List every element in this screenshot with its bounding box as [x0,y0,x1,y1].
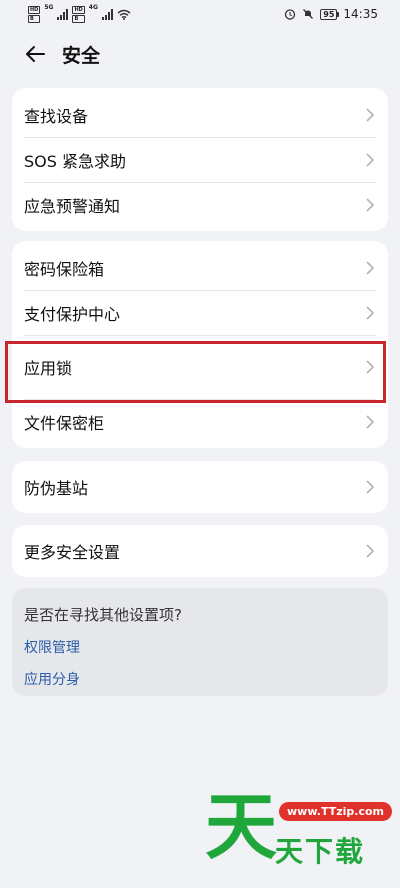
settings-group-2: 密码保险箱 支付保护中心 应用锁 文件保密柜 [12,241,388,448]
alarm-icon [285,9,296,20]
more-security-row[interactable]: 更多安全设置 [12,529,388,573]
status-right: 95 14:35 [284,7,378,21]
watermark-logo: 天 www.TTzip.com 天下载 [205,785,392,870]
page-title: 安全 [62,44,101,67]
sim2-badge: HD B [72,5,85,23]
find-device-row[interactable]: 查找设备 [12,92,388,137]
row-label: 文件保密柜 [24,413,105,433]
mute-icon [303,9,314,19]
settings-group-4: 更多安全设置 [12,525,388,577]
sim2-hd-label: HD [72,5,85,14]
chevron-right-icon [366,152,376,167]
chevron-right-icon [366,480,376,494]
watermark-url: www.TTzip.com [279,802,392,821]
suggestion-card: 是否在寻找其他设置项? 权限管理 应用分身 [12,588,388,696]
security-settings-screen: HD B 5G HD B 4G 95 14:35 安全 查找设备 SOS 紧急求… [0,0,400,888]
app-header: 安全 [0,30,400,78]
settings-group-1: 查找设备 SOS 紧急求助 应急预警通知 [12,88,388,231]
emergency-alert-row[interactable]: 应急预警通知 [12,182,388,227]
status-left: HD B 5G HD B 4G [28,3,131,23]
row-label: 应用锁 [24,359,73,378]
password-vault-row[interactable]: 密码保险箱 [12,245,388,290]
chevron-right-icon [366,544,376,558]
network-4g-label: 4G [88,3,98,11]
sim2-b-label: B [72,14,85,23]
settings-group-3: 防伪基站 [12,461,388,513]
app-twin-link[interactable]: 应用分身 [24,669,376,689]
signal-icon-2 [101,8,113,20]
permission-management-link[interactable]: 权限管理 [24,637,376,657]
chevron-right-icon [366,305,376,320]
row-label: 应急预警通知 [24,196,121,216]
chevron-right-icon [366,260,376,275]
row-label: 密码保险箱 [24,259,105,279]
chevron-right-icon [366,107,376,122]
row-label: SOS 紧急求助 [24,151,126,171]
fake-base-station-row[interactable]: 防伪基站 [12,465,388,509]
app-lock-row[interactable]: 应用锁 [12,335,388,399]
chevron-right-icon [366,360,376,374]
battery-icon: 95 [320,8,340,20]
chevron-right-icon [366,197,376,212]
payment-protection-row[interactable]: 支付保护中心 [12,290,388,335]
row-label: 支付保护中心 [24,304,121,324]
signal-icon [57,8,69,20]
watermark-big-char: 天 [205,785,278,869]
file-safe-row[interactable]: 文件保密柜 [12,399,388,444]
row-label: 更多安全设置 [24,543,121,562]
sim1-b-label: B [28,14,41,23]
sim1-hd-label: HD [28,5,41,14]
suggestion-question: 是否在寻找其他设置项? [24,606,182,624]
sim1-badge: HD B [28,5,41,23]
status-time: 14:35 [343,7,378,21]
wifi-icon [117,9,131,20]
row-label: 防伪基站 [24,479,89,498]
back-arrow-icon[interactable] [22,41,48,67]
network-5g-label: 5G [44,3,54,11]
row-label: 查找设备 [24,106,89,126]
status-bar: HD B 5G HD B 4G 95 14:35 [0,0,400,28]
chevron-right-icon [366,414,376,429]
watermark-text: 天下载 [275,835,366,868]
sos-emergency-row[interactable]: SOS 紧急求助 [12,137,388,182]
